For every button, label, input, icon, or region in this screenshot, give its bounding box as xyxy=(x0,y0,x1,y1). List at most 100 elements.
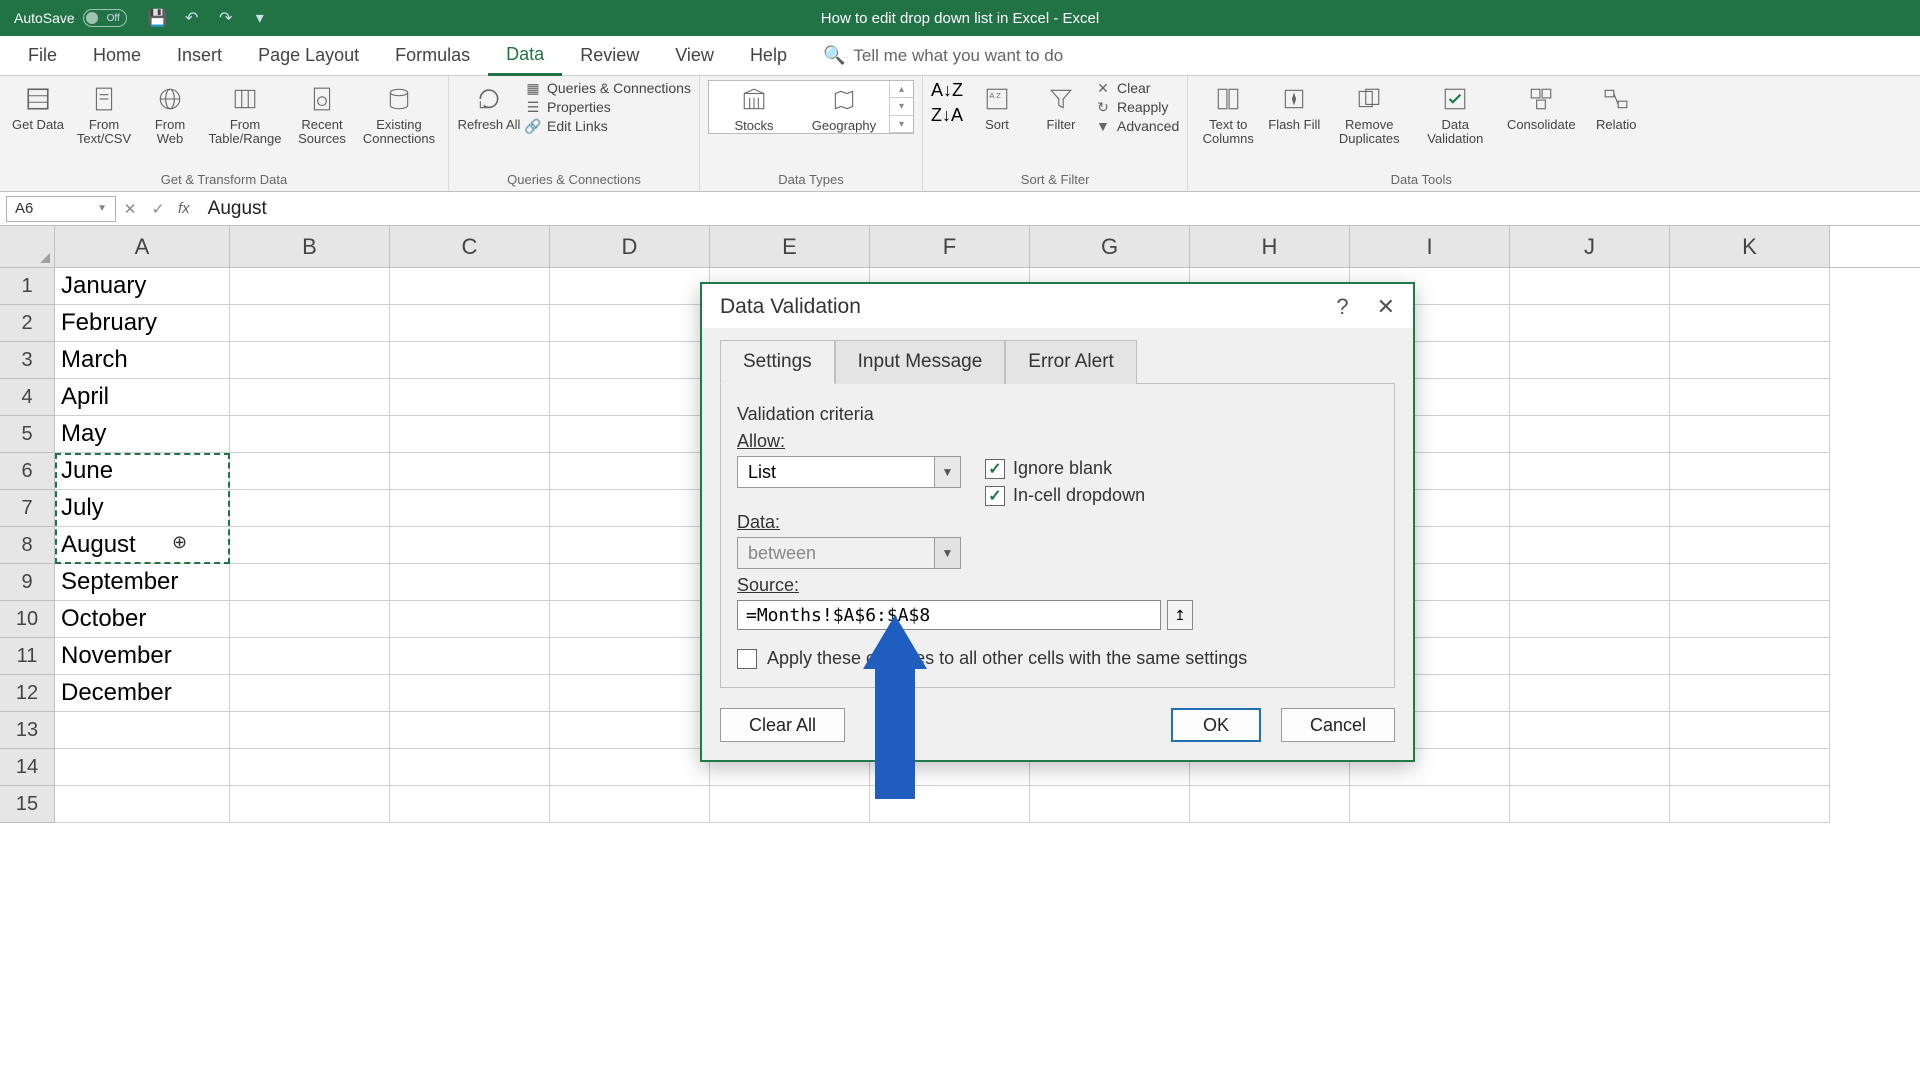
cell[interactable] xyxy=(550,786,710,823)
cell[interactable] xyxy=(390,379,550,416)
select-all-corner[interactable] xyxy=(0,226,55,267)
cell[interactable] xyxy=(550,342,710,379)
cell[interactable] xyxy=(230,416,390,453)
cell[interactable] xyxy=(1510,638,1670,675)
cell[interactable]: August xyxy=(55,527,230,564)
edit-links-button[interactable]: 🔗Edit Links xyxy=(525,118,691,134)
cell[interactable] xyxy=(390,749,550,786)
advanced-button[interactable]: ▼Advanced xyxy=(1095,118,1179,134)
col-header[interactable]: C xyxy=(390,226,550,267)
help-icon[interactable]: ? xyxy=(1336,294,1348,320)
cell[interactable] xyxy=(1510,268,1670,305)
cell[interactable] xyxy=(550,490,710,527)
col-header[interactable]: A xyxy=(55,226,230,267)
cell[interactable] xyxy=(390,564,550,601)
row-header[interactable]: 6 xyxy=(0,453,55,490)
cell[interactable] xyxy=(1670,601,1830,638)
sort-desc-icon[interactable]: Z↓A xyxy=(931,105,963,126)
cell[interactable] xyxy=(1670,453,1830,490)
tab-input-message[interactable]: Input Message xyxy=(835,340,1006,384)
cell[interactable] xyxy=(1510,712,1670,749)
close-icon[interactable]: ✕ xyxy=(1377,294,1395,320)
reapply-button[interactable]: ↻Reapply xyxy=(1095,99,1179,115)
cell[interactable] xyxy=(1510,601,1670,638)
tab-error-alert[interactable]: Error Alert xyxy=(1005,340,1137,384)
cell[interactable] xyxy=(1510,527,1670,564)
from-table-range-button[interactable]: From Table/Range xyxy=(204,80,286,147)
enter-formula-icon[interactable]: ✓ xyxy=(144,200,172,218)
cell[interactable] xyxy=(390,453,550,490)
cell[interactable]: May xyxy=(55,416,230,453)
cell[interactable] xyxy=(390,675,550,712)
cell[interactable] xyxy=(230,527,390,564)
cell[interactable] xyxy=(55,712,230,749)
cell[interactable] xyxy=(550,527,710,564)
from-text-csv-button[interactable]: From Text/CSV xyxy=(72,80,136,147)
row-header[interactable]: 3 xyxy=(0,342,55,379)
row-header[interactable]: 12 xyxy=(0,675,55,712)
row-header[interactable]: 9 xyxy=(0,564,55,601)
formula-input[interactable]: August xyxy=(196,198,1920,220)
cell[interactable] xyxy=(550,379,710,416)
cell[interactable] xyxy=(390,342,550,379)
cell[interactable] xyxy=(390,268,550,305)
cell[interactable] xyxy=(1670,379,1830,416)
col-header[interactable]: B xyxy=(230,226,390,267)
cell[interactable] xyxy=(550,712,710,749)
cell[interactable] xyxy=(390,601,550,638)
col-header[interactable]: I xyxy=(1350,226,1510,267)
cell[interactable]: July xyxy=(55,490,230,527)
cell[interactable] xyxy=(1510,749,1670,786)
cell[interactable] xyxy=(1670,342,1830,379)
cell[interactable] xyxy=(1670,490,1830,527)
apply-checkbox[interactable] xyxy=(737,649,757,669)
tab-formulas[interactable]: Formulas xyxy=(377,37,488,74)
cell[interactable]: February xyxy=(55,305,230,342)
cell[interactable] xyxy=(390,712,550,749)
cell[interactable] xyxy=(230,786,390,823)
name-box[interactable]: A6▼ xyxy=(6,196,116,222)
tab-settings[interactable]: Settings xyxy=(720,340,835,384)
text-to-columns-button[interactable]: Text to Columns xyxy=(1196,80,1260,147)
tab-file[interactable]: File xyxy=(10,37,75,74)
sort-asc-icon[interactable]: A↓Z xyxy=(931,80,963,101)
cell[interactable] xyxy=(230,749,390,786)
autosave-toggle[interactable]: Off xyxy=(83,9,127,27)
stocks-button[interactable]: Stocks xyxy=(709,81,799,133)
autosave[interactable]: AutoSave Off xyxy=(0,9,141,27)
cell[interactable] xyxy=(1510,416,1670,453)
col-header[interactable]: K xyxy=(1670,226,1830,267)
clear-button[interactable]: ✕Clear xyxy=(1095,80,1179,96)
cell[interactable] xyxy=(1670,268,1830,305)
cell[interactable] xyxy=(230,601,390,638)
cell[interactable] xyxy=(390,786,550,823)
qat-customize-icon[interactable]: ▾ xyxy=(249,7,271,29)
col-header[interactable]: D xyxy=(550,226,710,267)
cell[interactable] xyxy=(1670,786,1830,823)
cell[interactable] xyxy=(390,638,550,675)
cell[interactable] xyxy=(1670,416,1830,453)
in-cell-dropdown-checkbox[interactable]: ✓In-cell dropdown xyxy=(985,485,1145,506)
tab-help[interactable]: Help xyxy=(732,37,805,74)
row-header[interactable]: 2 xyxy=(0,305,55,342)
from-web-button[interactable]: From Web xyxy=(140,80,200,147)
cell[interactable] xyxy=(230,342,390,379)
cell[interactable] xyxy=(55,749,230,786)
recent-sources-button[interactable]: Recent Sources xyxy=(290,80,354,147)
flash-fill-button[interactable]: Flash Fill xyxy=(1264,80,1324,132)
cancel-button[interactable]: Cancel xyxy=(1281,708,1395,742)
cell[interactable] xyxy=(55,786,230,823)
tab-data[interactable]: Data xyxy=(488,36,562,76)
cell[interactable] xyxy=(1670,712,1830,749)
tab-home[interactable]: Home xyxy=(75,37,159,74)
cell[interactable] xyxy=(550,675,710,712)
cancel-formula-icon[interactable]: ✕ xyxy=(116,200,144,218)
cell[interactable] xyxy=(1510,490,1670,527)
allow-select[interactable]: List ▼ xyxy=(737,456,961,488)
range-picker-icon[interactable]: ↥ xyxy=(1167,600,1193,630)
row-header[interactable]: 14 xyxy=(0,749,55,786)
queries-connections-button[interactable]: ▦Queries & Connections xyxy=(525,80,691,96)
cell[interactable] xyxy=(1510,305,1670,342)
existing-connections-button[interactable]: Existing Connections xyxy=(358,80,440,147)
ok-button[interactable]: OK xyxy=(1171,708,1261,742)
